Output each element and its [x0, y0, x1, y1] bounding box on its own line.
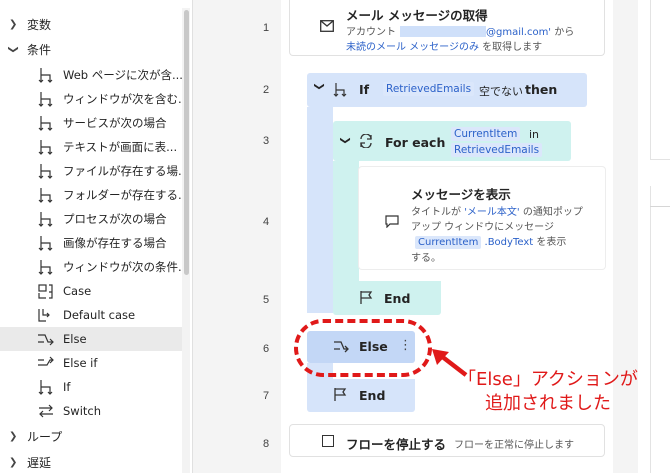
case-icon [37, 283, 55, 299]
action-if[interactable]: ❯ If RetrievedEmails 空でない then [307, 73, 587, 107]
sidebar-action-item[interactable]: プロセスが次の場合 [0, 207, 182, 231]
sidebar-action-item[interactable]: ウィンドウが次を含む... [0, 87, 189, 111]
if-icon [37, 115, 55, 131]
action-end-if[interactable]: End [307, 379, 415, 412]
loop-icon [360, 134, 372, 148]
stop-square-icon [322, 435, 334, 447]
line-number: 3 [262, 135, 270, 147]
right-panel-top [650, 0, 670, 160]
line-number: 4 [262, 216, 270, 228]
sidebar-action-label: 画像が存在する場合 [63, 236, 167, 250]
sidebar-action-item[interactable]: Else [0, 327, 182, 351]
sidebar-action-label: サービスが次の場合 [63, 116, 167, 130]
sidebar-group-delays[interactable]: ❯ 遅延 [0, 450, 182, 473]
sidebar-action-label: Web ページに次が含... [63, 68, 183, 82]
action-stop-flow[interactable]: フローを停止する フローを正常に停止します [289, 424, 605, 457]
if-body-rail [307, 107, 333, 313]
right-panel-divider [650, 206, 670, 207]
chevron-right-icon: ❯ [9, 430, 18, 442]
sidebar-action-item[interactable]: Else if [0, 351, 182, 375]
else-if-icon [37, 355, 55, 371]
redacted-email [400, 26, 486, 37]
sidebar-action-label: Else [63, 332, 87, 346]
action-end-loop[interactable]: End [333, 281, 441, 315]
sidebar-action-item[interactable]: ウィンドウが次の条件... [0, 255, 189, 279]
collapse-chevron-icon[interactable]: ❯ [340, 136, 351, 144]
action-for-each[interactable]: ❯ For each CurrentItem in RetrievedEmail… [333, 121, 571, 161]
if-icon [37, 139, 55, 155]
sidebar-action-label: Switch [63, 404, 102, 418]
else-icon [37, 331, 55, 347]
annotation-text: 「Else」アクションが 追加されました [458, 369, 638, 414]
sidebar-action-item[interactable]: 画像が存在する場合 [0, 231, 182, 255]
sidebar-action-item[interactable]: フォルダーが存在する... [0, 183, 189, 207]
sidebar-action-item[interactable]: ファイルが存在する場... [0, 159, 189, 183]
actions-sidebar: ❯ 変数 ❯ 条件 Web ページに次が含... ウィンドウが次を含む... サービ… [0, 0, 192, 473]
line-number: 5 [262, 294, 270, 306]
chevron-right-icon: ❯ [9, 456, 18, 468]
sidebar-group-conditions[interactable]: ❯ 条件 [0, 37, 182, 61]
message-icon [385, 215, 399, 228]
chevron-down-icon: ❯ [7, 44, 19, 54]
if-icon [37, 163, 55, 179]
default-case-icon [37, 307, 55, 323]
if-icon [37, 211, 55, 227]
if-icon [37, 67, 55, 83]
sidebar-action-label: プロセスが次の場合 [63, 212, 167, 226]
mail-icon [320, 20, 334, 32]
right-panel-bottom [650, 186, 670, 473]
sidebar-action-item[interactable]: Web ページに次が含... [0, 63, 183, 87]
collapse-chevron-icon[interactable]: ❯ [314, 82, 325, 90]
line-number: 7 [262, 390, 270, 402]
sidebar-group-variables[interactable]: ❯ 変数 [0, 12, 182, 36]
chevron-right-icon: ❯ [9, 18, 18, 30]
sidebar-group-loops[interactable]: ❯ ループ [0, 424, 182, 448]
sidebar-action-label: Case [63, 284, 92, 298]
action-display-message[interactable]: メッセージを表示 タイトルが 'メール本文' の通知ポップ アップ ウィンドウに… [359, 167, 605, 269]
sidebar-action-label: Default case [63, 308, 136, 322]
if-icon [37, 235, 55, 251]
sidebar-action-label: テキストが画面に表... [63, 140, 178, 154]
sidebar-action-label: Else if [63, 356, 98, 370]
if-icon [333, 83, 347, 97]
loop-body-rail [333, 161, 359, 281]
sidebar-action-item[interactable]: テキストが画面に表... [0, 135, 182, 159]
line-number: 2 [262, 84, 270, 96]
line-number: 8 [262, 438, 270, 450]
sidebar-action-item[interactable]: Case [0, 279, 182, 303]
sidebar-action-item[interactable]: Switch [0, 399, 182, 423]
action-get-email[interactable]: メール メッセージの取得 アカウント @gmail.com' から 未読のメール … [289, 0, 605, 56]
line-number: 1 [262, 22, 270, 34]
line-number: 6 [262, 343, 270, 355]
switch-icon [37, 403, 55, 419]
annotation-highlight-oval [294, 319, 432, 377]
end-flag-icon [334, 388, 347, 401]
if-icon [37, 187, 55, 203]
if-icon [37, 259, 55, 275]
if-icon [37, 91, 55, 107]
sidebar-action-item[interactable]: サービスが次の場合 [0, 111, 182, 135]
sidebar-action-label: ファイルが存在する場... [63, 164, 189, 178]
sidebar-action-item[interactable]: Default case [0, 303, 182, 327]
if-icon [37, 379, 55, 395]
sidebar-action-label: If [63, 380, 71, 394]
sidebar-action-label: フォルダーが存在する... [63, 188, 189, 202]
sidebar-action-label: ウィンドウが次の条件... [63, 260, 189, 274]
end-flag-icon [360, 291, 373, 304]
sidebar-action-label: ウィンドウが次を含む... [63, 92, 189, 106]
sidebar-scrollbar-thumb[interactable] [184, 10, 189, 275]
sidebar-action-item[interactable]: If [0, 375, 182, 399]
